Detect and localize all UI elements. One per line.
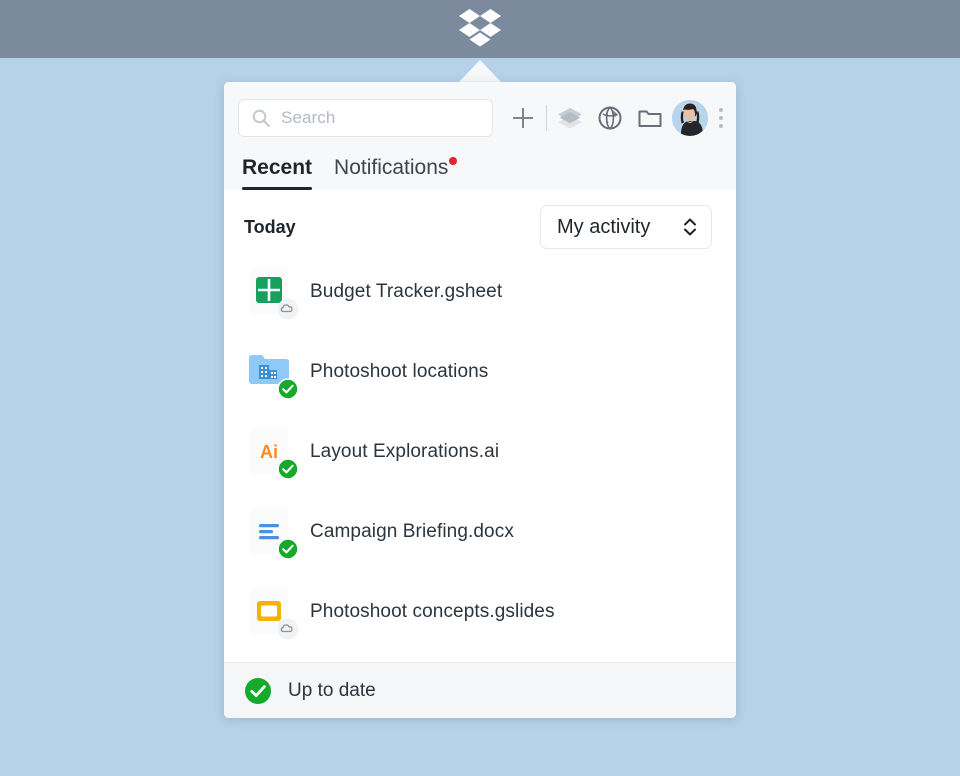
check-circle-icon [277, 378, 299, 400]
dropbox-logo-icon [459, 9, 501, 47]
file-name: Layout Explorations.ai [310, 441, 500, 462]
tab-recent-label: Recent [242, 156, 313, 179]
panel-tabs: Recent Notifications [238, 138, 722, 190]
header-actions [503, 98, 732, 138]
tab-notifications[interactable]: Notifications [334, 156, 458, 190]
section-header: Today My activity [224, 190, 736, 252]
file-row[interactable]: Photoshoot locations [224, 332, 736, 412]
tab-recent[interactable]: Recent [242, 156, 313, 190]
tab-notifications-label: Notifications [334, 156, 449, 179]
panel-header: Search Recent Notifications [224, 82, 736, 190]
file-icon-cell [246, 506, 299, 560]
file-row[interactable]: Photoshoot concepts.gslides [224, 572, 736, 652]
cloud-icon [277, 618, 299, 640]
account-avatar[interactable] [672, 100, 708, 136]
sync-status-bar: Up to date [224, 662, 736, 718]
desktop-menubar [0, 0, 960, 58]
kebab-dot [719, 124, 723, 128]
plus-icon [513, 108, 533, 128]
cloud-icon [277, 298, 299, 320]
activity-filter-label: My activity [557, 215, 651, 238]
section-title: Today [244, 216, 296, 237]
file-row[interactable]: Budget Tracker.gsheet [224, 252, 736, 332]
check-circle-icon [277, 538, 299, 560]
file-icon-cell [246, 586, 299, 640]
file-row[interactable]: Ai Layout Explorations.ai [224, 412, 736, 492]
vertical-divider [546, 105, 547, 131]
file-name: Photoshoot concepts.gslides [310, 601, 555, 622]
dropbox-popover-panel: Search Recent Notifications Today My act… [224, 82, 736, 718]
dropbox-logo[interactable] [458, 9, 502, 49]
check-circle-icon [277, 458, 299, 480]
file-icon-cell [246, 266, 299, 320]
search-placeholder: Search [281, 108, 336, 127]
dropbox-web-button[interactable] [590, 98, 630, 138]
create-new-button[interactable] [503, 98, 543, 138]
search-input[interactable]: Search [238, 99, 493, 137]
file-name: Campaign Briefing.docx [310, 521, 514, 542]
kebab-dot [719, 108, 723, 112]
file-icon-cell: Ai [246, 426, 299, 480]
file-row[interactable]: Campaign Briefing.docx [224, 492, 736, 572]
notifications-badge-dot [449, 157, 458, 165]
file-name: Budget Tracker.gsheet [310, 281, 503, 302]
file-name: Photoshoot locations [310, 361, 489, 382]
folder-icon [638, 110, 662, 127]
recent-list: Today My activity Budget Tracker.gsheet … [224, 190, 736, 662]
kebab-dot [719, 116, 723, 120]
popover-caret [455, 60, 505, 84]
avatar-icon [672, 100, 708, 136]
globe-icon [598, 106, 622, 130]
search-icon [252, 109, 270, 127]
chevron-updown-icon [684, 218, 696, 236]
file-icon-cell [246, 346, 299, 400]
open-folder-button[interactable] [630, 98, 670, 138]
dropbox-paper-button[interactable] [550, 98, 590, 138]
svg-text:Ai: Ai [260, 442, 278, 462]
sync-status-text: Up to date [288, 679, 376, 701]
check-circle-icon [245, 677, 271, 704]
activity-filter-dropdown[interactable]: My activity [540, 205, 712, 249]
layers-icon [558, 108, 582, 129]
header-row: Search [238, 98, 723, 138]
more-menu-button[interactable] [710, 100, 732, 136]
